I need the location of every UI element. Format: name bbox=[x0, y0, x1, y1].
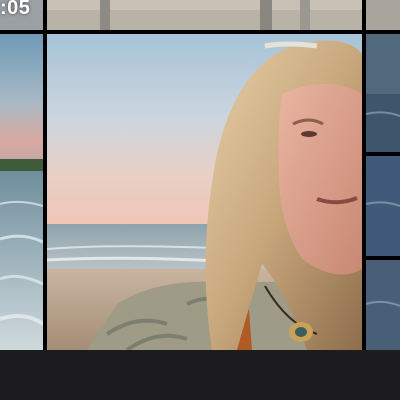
ocean-photos-image bbox=[366, 34, 400, 350]
top-row-thumbnails[interactable]: :05 bbox=[0, 0, 400, 30]
beach-selfie-image bbox=[47, 34, 362, 350]
ocean-photos-thumbnail[interactable] bbox=[366, 34, 400, 350]
bottom-toolbar bbox=[0, 350, 400, 400]
top-row-image bbox=[0, 0, 400, 30]
beach-selfie-thumbnail[interactable] bbox=[47, 34, 362, 350]
beach-shore-image bbox=[0, 34, 43, 350]
video-duration-label: :05 bbox=[0, 0, 31, 19]
beach-shore-thumbnail[interactable] bbox=[0, 34, 43, 350]
